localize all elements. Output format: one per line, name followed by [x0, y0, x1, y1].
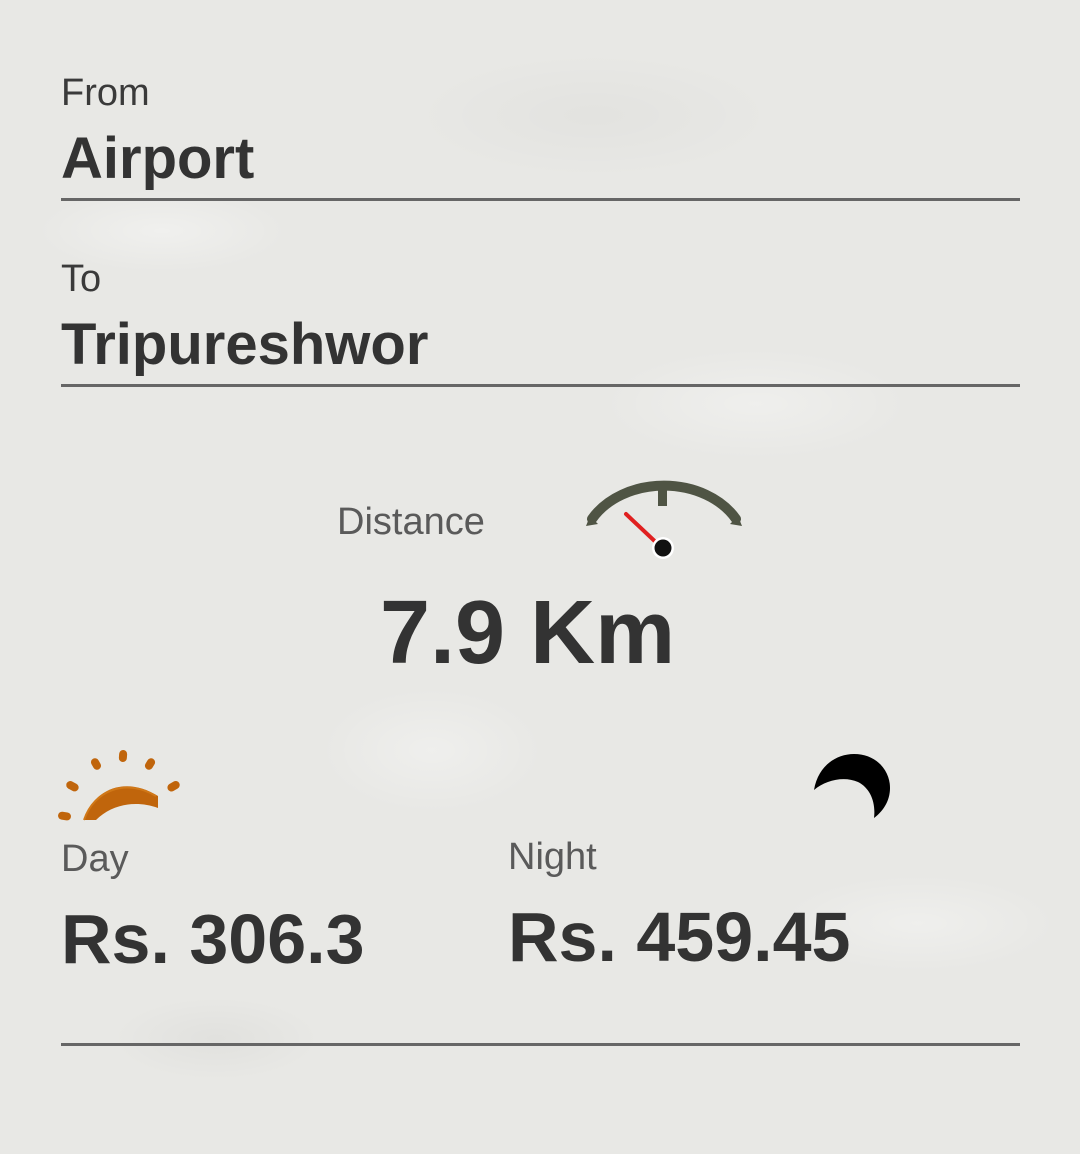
- day-fare-label: Day: [61, 838, 129, 880]
- night-fare-value: Rs. 459.45: [508, 898, 851, 976]
- to-label: To: [61, 258, 102, 300]
- distance-label: Distance: [337, 501, 485, 543]
- bottom-divider: [61, 1043, 1020, 1046]
- moon-icon: [814, 754, 890, 818]
- to-value[interactable]: Tripureshwor: [61, 316, 1020, 374]
- day-fare-value: Rs. 306.3: [61, 900, 365, 978]
- to-field[interactable]: To Tripureshwor: [61, 258, 1020, 387]
- night-fare-label: Night: [508, 836, 597, 878]
- distance-value: 7.9 Km: [380, 583, 676, 683]
- speedometer-icon: [586, 480, 742, 559]
- from-value[interactable]: Airport: [61, 130, 1020, 188]
- from-label: From: [61, 72, 150, 114]
- from-field[interactable]: From Airport: [61, 72, 1020, 201]
- sun-icon: [58, 750, 180, 821]
- to-underline: [61, 384, 1020, 387]
- from-underline: [61, 198, 1020, 201]
